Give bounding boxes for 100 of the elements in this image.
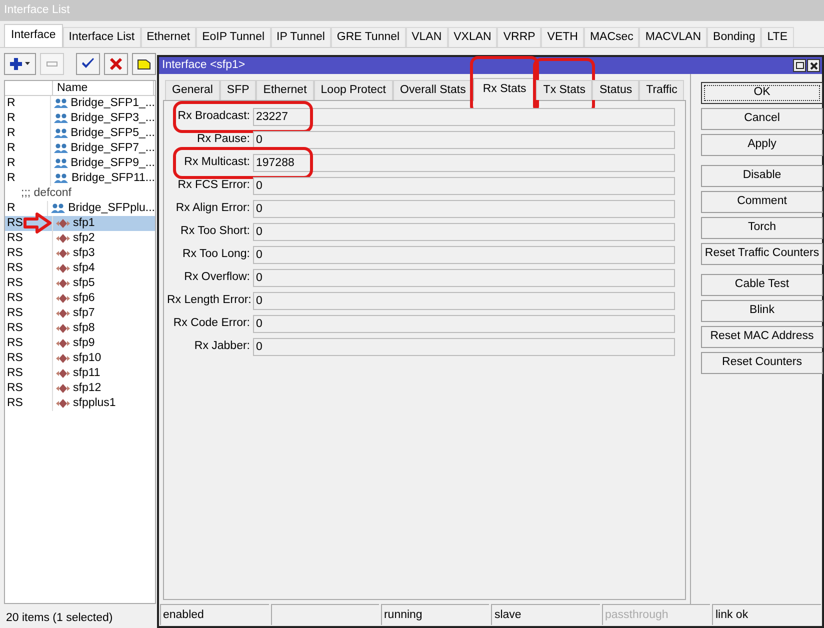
table-row[interactable]: R Bridge_SFP1_... [5, 96, 155, 111]
value-field[interactable]: 197288 [253, 154, 675, 172]
value-field[interactable]: 0 [253, 177, 675, 195]
value-field[interactable]: 23227 [253, 108, 675, 126]
dialog-button[interactable]: Apply [701, 134, 823, 156]
users-icon [54, 98, 68, 109]
tab[interactable]: VETH [541, 27, 584, 47]
table-row[interactable]: R Bridge_SFP5_... [5, 126, 155, 141]
tab[interactable]: MACsec [584, 27, 640, 47]
tab[interactable]: VXLAN [448, 27, 498, 47]
table-cell: RS [5, 246, 53, 261]
value-field[interactable]: 0 [253, 338, 675, 356]
table-row[interactable]: RS sfp9 [5, 336, 155, 351]
field-label: Rx Overflow: [183, 270, 250, 286]
tab[interactable]: Ethernet [140, 27, 196, 47]
tab[interactable]: VRRP [497, 27, 542, 47]
tab[interactable]: Interface [4, 24, 63, 47]
close-icon [810, 62, 818, 70]
tab[interactable]: Bonding [707, 27, 762, 47]
value-field[interactable]: 0 [253, 269, 675, 287]
table-cell: R [5, 141, 51, 156]
status-cell: running [380, 604, 490, 625]
dialog-button[interactable]: Disable [701, 165, 823, 187]
table-row[interactable]: RS sfp5 [5, 276, 155, 291]
table-cell: RS [5, 306, 53, 321]
table-row[interactable]: RS sfp8 [5, 321, 155, 336]
dialog-button[interactable]: OK [701, 82, 823, 104]
field-label: Rx Pause: [196, 132, 250, 148]
table-row[interactable]: RS sfp10 [5, 351, 155, 366]
status-cell: slave [491, 604, 600, 625]
tab[interactable]: Overall Stats [393, 80, 473, 100]
tab[interactable]: SFP [220, 80, 256, 100]
tab[interactable]: MACVLAN [639, 27, 708, 47]
table-row[interactable]: RS sfp3 [5, 246, 155, 261]
tab[interactable]: IP Tunnel [270, 27, 331, 47]
table-cell: Bridge_SFP11... [51, 171, 155, 186]
field-label: Rx FCS Error: [176, 178, 250, 194]
table-cell: Bridge_SFP7_... [50, 141, 155, 156]
dialog-button[interactable]: Comment [701, 191, 823, 213]
table-cell: RS [5, 276, 53, 291]
dialog-button[interactable]: Cancel [701, 108, 823, 130]
tab[interactable]: VLAN [406, 27, 448, 47]
value-field[interactable]: 0 [253, 200, 675, 218]
status-text: 20 items (1 selected) [6, 611, 114, 626]
toolbar-button[interactable] [4, 53, 36, 75]
dialog-button[interactable]: Cable Test [701, 274, 823, 296]
tab[interactable]: Traffic [639, 80, 684, 100]
table-cell: R [5, 126, 51, 141]
table-row[interactable]: R Bridge_SFP3_... [5, 111, 155, 126]
value-field[interactable]: 0 [253, 246, 675, 264]
value-field[interactable]: 0 [253, 223, 675, 241]
table-row[interactable]: R Bridge_SFP9_... [5, 156, 155, 171]
table-cell: RS [5, 351, 53, 366]
cross-icon [109, 57, 123, 71]
toolbar-button[interactable] [132, 53, 156, 75]
users-icon [54, 173, 68, 184]
value-field[interactable]: 0 [253, 131, 675, 149]
tab[interactable]: Tx Stats [536, 80, 592, 100]
dialog-button[interactable]: Torch [701, 217, 823, 239]
dialog-button[interactable]: Blink [701, 300, 823, 322]
dialog-button[interactable]: Reset Counters [701, 352, 823, 374]
table-row[interactable]: RS sfpplus1 [5, 396, 155, 411]
port-icon [56, 308, 70, 319]
table-row[interactable]: R Bridge_SFP7_... [5, 141, 155, 156]
table-cell: sfp2 [53, 231, 95, 246]
table-row[interactable]: RS sfp7 [5, 306, 155, 321]
tab[interactable]: Status [592, 80, 640, 100]
tab[interactable]: EoIP Tunnel [196, 27, 271, 47]
users-icon [54, 113, 68, 124]
table-cell: RS [5, 216, 53, 231]
table-cell: RS [5, 366, 53, 381]
table-row[interactable]: RS sfp4 [5, 261, 155, 276]
field-label: Rx Multicast: [183, 155, 250, 170]
tab[interactable]: General [165, 80, 220, 100]
value-field[interactable]: 0 [253, 315, 675, 333]
toolbar-button[interactable] [76, 53, 100, 75]
table-cell: R [5, 111, 51, 126]
tab[interactable]: Loop Protect [314, 80, 393, 100]
maximize-button[interactable] [793, 59, 806, 72]
table-row[interactable]: RS sfp2 [5, 231, 155, 246]
table-row[interactable]: RS sfp11 [5, 366, 155, 381]
table-row[interactable]: RS sfp6 [5, 291, 155, 306]
table-cell: sfp9 [53, 336, 95, 351]
table-row[interactable]: RS sfp1 [5, 216, 155, 231]
table-row[interactable]: R Bridge_SFP11... [5, 171, 155, 186]
port-icon [56, 293, 70, 304]
tab[interactable]: LTE [761, 27, 794, 47]
table-row[interactable]: RS sfp12 [5, 381, 155, 396]
tab[interactable]: Ethernet [256, 80, 314, 100]
table-cell: R [5, 156, 51, 171]
close-button[interactable] [807, 59, 820, 72]
tab[interactable]: GRE Tunnel [330, 27, 406, 47]
toolbar-button[interactable] [104, 53, 128, 75]
port-icon [56, 278, 70, 289]
table-cell: RS [5, 261, 53, 276]
tab[interactable]: Interface List [62, 27, 141, 47]
dialog-button[interactable]: Reset Traffic Counters [701, 243, 823, 265]
column-header[interactable]: Name [53, 81, 154, 95]
value-field[interactable]: 0 [253, 292, 675, 310]
dialog-button[interactable]: Reset MAC Address [701, 326, 823, 348]
